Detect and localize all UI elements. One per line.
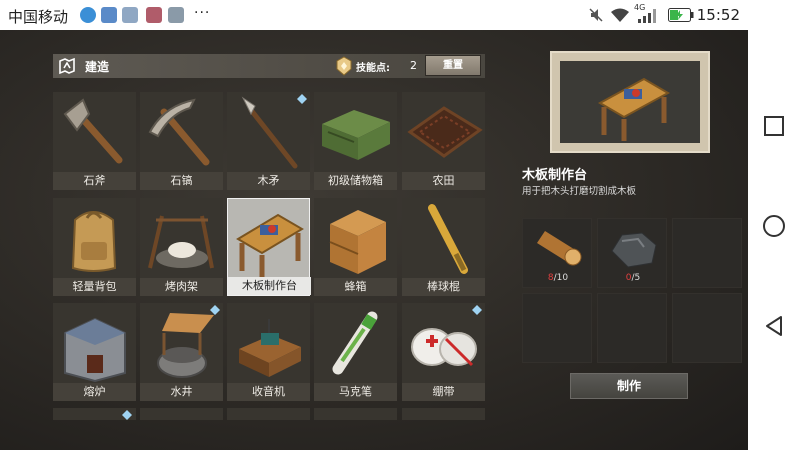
build-item-hidden-5[interactable] <box>402 408 485 420</box>
notification-icon-gallery <box>168 7 184 23</box>
selected-item-description: 用于把木头打磨切割成木板 <box>522 186 637 197</box>
build-item-label: 棒球棍 <box>402 278 485 296</box>
build-item-label: 农田 <box>402 172 485 190</box>
skill-points-label: 技能点: <box>356 63 390 74</box>
material-slot-empty <box>597 293 667 363</box>
build-map-icon <box>59 57 75 75</box>
home-icon[interactable] <box>762 214 786 238</box>
material-slot-stone: 0/5 <box>597 218 667 288</box>
build-item-plank-workbench[interactable]: 木板制作台 <box>227 198 311 296</box>
build-item-campfire-roast[interactable]: 烤肉架 <box>140 198 223 296</box>
storage-box-icon <box>322 110 390 160</box>
build-header: 建造 技能点: 2 重置 <box>53 54 485 78</box>
notification-icon-mail <box>101 7 117 23</box>
build-item-water-well[interactable]: 水井 <box>140 303 223 401</box>
more-notifications-icon: ··· <box>194 5 211 21</box>
stone-axe-icon <box>63 98 123 164</box>
build-item-marker-pen[interactable]: 马克笔 <box>314 303 397 401</box>
build-item-backpack[interactable]: 轻量背包 <box>53 198 136 296</box>
material-need: /5 <box>631 273 641 283</box>
baseball-bat-icon <box>428 204 468 274</box>
notification-icon-browser <box>122 7 138 23</box>
build-item-label: 木板制作台 <box>228 277 311 295</box>
build-item-label: 水井 <box>140 383 223 401</box>
build-item-bandage[interactable]: 绷带 <box>402 303 485 401</box>
build-item-storage-box[interactable]: 初级储物箱 <box>314 92 397 190</box>
build-item-label: 收音机 <box>227 383 310 401</box>
build-item-hidden-1[interactable] <box>53 408 136 420</box>
notification-icon-avatar <box>146 7 162 23</box>
build-item-wooden-spear[interactable]: 木矛 <box>227 92 310 190</box>
mute-icon <box>589 8 603 22</box>
recent-apps-icon[interactable] <box>762 114 786 138</box>
build-item-label: 初级储物箱 <box>314 172 397 190</box>
build-item-label: 木矛 <box>227 172 310 190</box>
build-item-hidden-2[interactable] <box>140 408 223 420</box>
back-icon[interactable] <box>762 314 786 338</box>
item-preview-frame <box>550 51 710 153</box>
plank-workbench-preview-icon <box>597 77 671 141</box>
stone-pickaxe-icon <box>148 98 210 166</box>
build-item-hidden-4[interactable] <box>314 408 397 420</box>
backpack-icon <box>71 211 117 272</box>
wooden-spear-icon <box>241 96 298 169</box>
material-count: 8/10 <box>523 273 593 283</box>
build-item-farm-plot[interactable]: 农田 <box>402 92 485 190</box>
build-item-stone-axe[interactable]: 石斧 <box>53 92 136 190</box>
furnace-icon <box>64 317 126 383</box>
build-item-hidden-3[interactable] <box>227 408 310 420</box>
build-item-label: 马克笔 <box>314 383 397 401</box>
material-need: /10 <box>553 273 569 283</box>
stone-icon <box>611 232 657 268</box>
selected-item-name: 木板制作台 <box>522 168 588 183</box>
status-bar: 中国移动 ··· 4G 15:52 <box>0 0 800 30</box>
battery-icon <box>668 8 694 22</box>
build-item-radio[interactable]: 收音机 <box>227 303 310 401</box>
material-slot-empty <box>672 293 742 363</box>
material-slot-log: 8/10 <box>522 218 592 288</box>
beehive-icon <box>329 210 386 274</box>
tier-gem-icon <box>122 410 132 420</box>
notification-icon-app <box>80 7 96 23</box>
material-slot-empty <box>522 293 592 363</box>
wifi-icon <box>611 8 629 22</box>
build-item-stone-pickaxe[interactable]: 石镐 <box>140 92 223 190</box>
signal-icon <box>638 9 656 23</box>
build-item-label: 熔炉 <box>53 383 136 401</box>
marker-pen-icon <box>332 311 378 375</box>
craft-button[interactable]: 制作 <box>570 373 688 399</box>
radio-icon <box>239 319 301 377</box>
log-icon <box>537 231 582 266</box>
build-item-label: 蜂箱 <box>314 278 397 296</box>
bandage-icon <box>411 328 477 367</box>
carrier-name: 中国移动 <box>8 8 69 26</box>
water-well-icon <box>157 313 214 378</box>
build-item-beehive[interactable]: 蜂箱 <box>314 198 397 296</box>
build-item-furnace[interactable]: 熔炉 <box>53 303 136 401</box>
build-item-label: 轻量背包 <box>53 278 136 296</box>
item-preview <box>560 61 700 143</box>
build-screen: 建造 技能点: 2 重置 石斧 石镐 木矛 初级储物箱 农田 轻量背包 烤肉架 … <box>0 30 748 450</box>
farm-plot-icon <box>407 106 483 158</box>
skill-points-value: 2 <box>410 59 417 72</box>
system-nav-bar <box>748 30 800 450</box>
page-title: 建造 <box>85 60 110 74</box>
plank-workbench-icon <box>236 213 304 277</box>
campfire-roast-icon <box>148 215 214 269</box>
skill-points-icon <box>336 56 352 76</box>
clock: 15:52 <box>696 6 740 24</box>
material-count: 0/5 <box>598 273 668 283</box>
reset-button[interactable]: 重置 <box>425 55 481 76</box>
build-item-baseball-bat[interactable]: 棒球棍 <box>402 198 485 296</box>
build-item-label: 绷带 <box>402 383 485 401</box>
material-slot-empty <box>672 218 742 288</box>
build-item-label: 石斧 <box>53 172 136 190</box>
build-item-label: 石镐 <box>140 172 223 190</box>
build-item-label: 烤肉架 <box>140 278 223 296</box>
